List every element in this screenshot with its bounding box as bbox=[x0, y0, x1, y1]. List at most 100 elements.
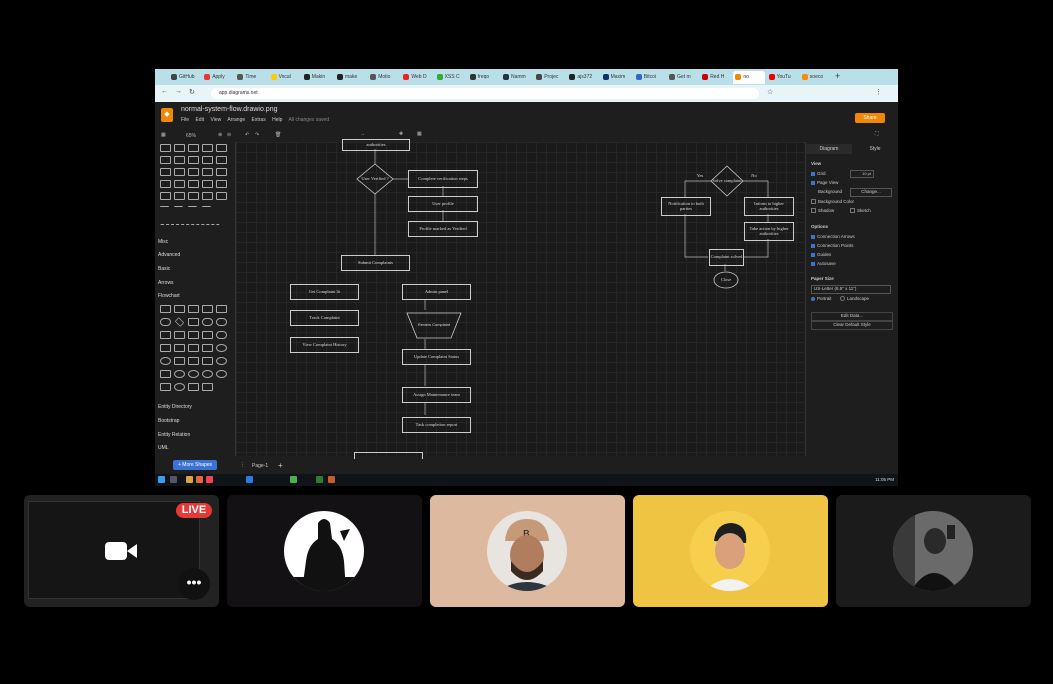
search-icon[interactable] bbox=[170, 476, 177, 483]
participant-tile-1[interactable] bbox=[227, 495, 422, 607]
more-options-icon[interactable]: ••• bbox=[178, 568, 210, 600]
category-flowchart[interactable]: Flowchart bbox=[158, 293, 180, 299]
explorer-icon[interactable] bbox=[186, 476, 193, 483]
connection-points-checkbox[interactable]: Connection Points bbox=[811, 243, 854, 248]
app-icon[interactable] bbox=[328, 476, 335, 483]
participant-tile-4[interactable] bbox=[836, 495, 1031, 607]
paper-size-select[interactable]: US-Letter (8.5" x 11") bbox=[811, 285, 891, 294]
browser-tab[interactable]: Maxim bbox=[601, 71, 632, 84]
browser-tab[interactable]: no bbox=[733, 71, 765, 84]
take-action-node[interactable]: Take action by higher authorities bbox=[744, 222, 794, 241]
star-icon[interactable]: ☆ bbox=[767, 88, 773, 96]
grid-checkbox[interactable]: Grid bbox=[811, 171, 826, 176]
new-tab-icon[interactable]: + bbox=[835, 71, 840, 81]
insert-icon[interactable]: ✚ bbox=[399, 131, 403, 137]
participant-tile-2[interactable]: B. bbox=[430, 495, 625, 607]
menu-file[interactable]: File bbox=[181, 117, 189, 123]
menu-arrange[interactable]: Arrange bbox=[227, 117, 245, 123]
browser-tab[interactable]: YouTu bbox=[767, 71, 798, 84]
connection-arrows-checkbox[interactable]: Connection Arrows bbox=[811, 234, 855, 239]
task-report-node[interactable]: Task completion report bbox=[402, 417, 471, 433]
menu-extras[interactable]: Extras bbox=[252, 117, 266, 123]
category-uml[interactable]: UML bbox=[158, 445, 169, 451]
browser-tab[interactable]: make bbox=[335, 71, 366, 84]
redo-icon[interactable]: ↷ bbox=[255, 132, 259, 138]
forward-icon[interactable]: → bbox=[175, 88, 182, 95]
category-basic[interactable]: Basic bbox=[158, 266, 170, 272]
back-icon[interactable]: ← bbox=[161, 88, 168, 95]
update-status-node[interactable]: Update Complaint Status bbox=[402, 349, 471, 365]
share-button[interactable]: Share bbox=[855, 113, 885, 123]
complete-verification-node[interactable]: Complete verification steps bbox=[408, 170, 478, 188]
clear-style-button[interactable]: Clear Default Style bbox=[811, 321, 893, 330]
undo-icon[interactable]: ↶ bbox=[245, 132, 249, 138]
browser-tab[interactable]: Red H bbox=[700, 71, 731, 84]
shadow-checkbox[interactable]: Shadow bbox=[811, 208, 834, 214]
assign-team-node[interactable]: Assign Maintenance team bbox=[402, 387, 471, 403]
category-entity-relation[interactable]: Entity Relation bbox=[158, 432, 190, 438]
connector-icon[interactable]: → bbox=[360, 131, 365, 137]
profile-verified-node[interactable]: Profile marked as Verified bbox=[408, 221, 478, 237]
vscode-icon[interactable] bbox=[246, 476, 253, 483]
app-icon[interactable] bbox=[206, 476, 213, 483]
participant-tile-3[interactable] bbox=[633, 495, 828, 607]
browser-tab[interactable]: freqo bbox=[468, 71, 499, 84]
sketch-checkbox[interactable]: Sketch bbox=[850, 208, 871, 214]
browser-tab[interactable]: GitHub bbox=[169, 71, 200, 84]
browser-tab[interactable]: Bitcoi bbox=[634, 71, 665, 84]
zoom-out-icon[interactable]: ⊖ bbox=[227, 132, 231, 138]
menu-edit[interactable]: Edit bbox=[195, 117, 204, 123]
browser-tab[interactable]: Namm bbox=[501, 71, 532, 84]
review-complaint-label[interactable]: Review Complaint bbox=[417, 318, 451, 332]
browser-tab[interactable]: Motio bbox=[368, 71, 399, 84]
admin-panel-node[interactable]: Admin panel bbox=[402, 284, 471, 300]
diagram-canvas[interactable]: authorities User Verified ? Complete ver… bbox=[236, 139, 804, 464]
browser-tab[interactable]: Vocal bbox=[269, 71, 300, 84]
page-tab[interactable]: Page-1 bbox=[252, 463, 268, 469]
browser-tab[interactable]: ajs372 bbox=[567, 71, 598, 84]
menu-view[interactable]: View bbox=[210, 117, 221, 123]
track-complaint-node[interactable]: Track Complaint bbox=[290, 310, 359, 326]
more-shapes-button[interactable]: + More Shapes bbox=[173, 460, 217, 470]
close-label[interactable]: Close bbox=[714, 275, 738, 285]
browser-tab[interactable]: soeco bbox=[800, 71, 831, 84]
inform-authorities-node[interactable]: Inform to higher authorities bbox=[744, 197, 794, 216]
complaint-solved-node[interactable]: Complaint solved bbox=[709, 249, 744, 266]
start-icon[interactable] bbox=[158, 476, 165, 483]
background-color-checkbox[interactable]: Background Color bbox=[811, 199, 854, 205]
category-misc[interactable]: Misc bbox=[158, 239, 168, 245]
browser-tab[interactable]: Get m bbox=[667, 71, 698, 84]
menu-icon[interactable]: ⋮ bbox=[875, 88, 882, 96]
guides-checkbox[interactable]: Guides bbox=[811, 252, 831, 257]
file-name[interactable]: normal-system-flow.drawio.png bbox=[181, 106, 277, 113]
category-arrows[interactable]: Arrows bbox=[158, 280, 174, 286]
autosave-checkbox[interactable]: Autosave bbox=[811, 261, 836, 266]
table-icon[interactable]: ▦ bbox=[417, 131, 422, 137]
url-field[interactable]: app.diagrams.net bbox=[211, 88, 759, 99]
category-advanced[interactable]: Advanced bbox=[158, 252, 180, 258]
zoom-level[interactable]: 65% bbox=[186, 133, 196, 139]
browser-tab[interactable]: Web D bbox=[401, 71, 432, 84]
solve-complaint-label[interactable]: Solve complaint bbox=[712, 173, 742, 189]
menu-help[interactable]: Help bbox=[272, 117, 282, 123]
category-bootstrap[interactable]: Bootstrap bbox=[158, 418, 179, 424]
fullscreen-icon[interactable]: ⛶ bbox=[875, 131, 879, 137]
browser-tab[interactable]: Time bbox=[235, 71, 266, 84]
submit-complaints-node[interactable]: Submit Complaints bbox=[341, 255, 410, 271]
user-profile-node[interactable]: User profile bbox=[408, 196, 478, 212]
reload-icon[interactable]: ↻ bbox=[189, 88, 195, 96]
notification-node[interactable]: Notification to both parties bbox=[661, 197, 711, 216]
add-page-icon[interactable]: + bbox=[278, 461, 283, 470]
pages-menu-icon[interactable]: ⋮ bbox=[240, 462, 245, 468]
browser-tab[interactable]: Makin bbox=[302, 71, 333, 84]
excel-icon[interactable] bbox=[316, 476, 323, 483]
chrome-icon[interactable] bbox=[290, 476, 297, 483]
zoom-in-icon[interactable]: ⊕ bbox=[218, 132, 222, 138]
format-panel-icon[interactable]: ▦ bbox=[161, 132, 166, 138]
tab-style[interactable]: Style bbox=[852, 144, 898, 154]
presenter-tile[interactable]: LIVE ••• bbox=[24, 495, 219, 607]
grid-size-input[interactable]: 10 pt bbox=[850, 170, 874, 178]
get-complaint-list-node[interactable]: Get Complaint lit bbox=[290, 284, 359, 300]
edit-data-button[interactable]: Edit Data... bbox=[811, 312, 893, 321]
browser-tab[interactable]: Projec bbox=[534, 71, 565, 84]
